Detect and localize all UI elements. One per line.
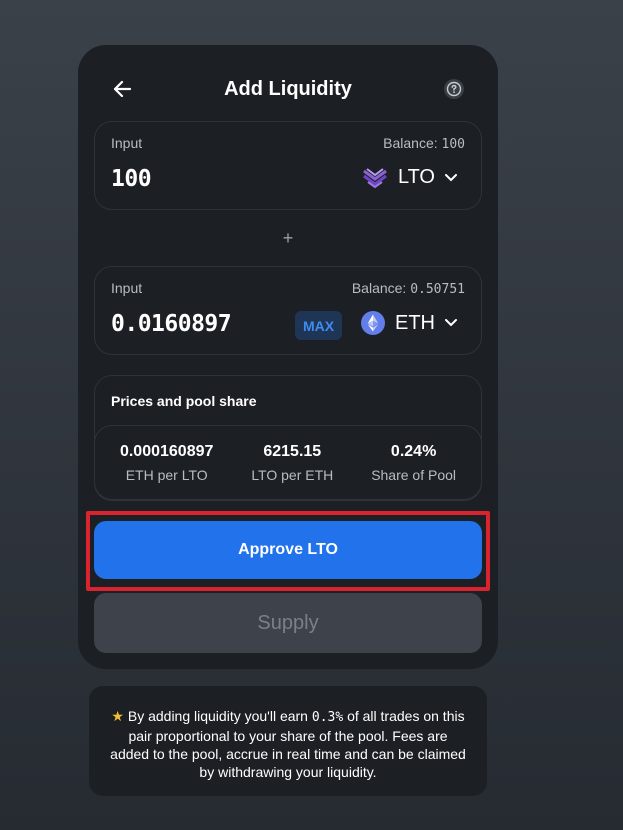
stat-lto-per-eth: 6215.15 LTO per ETH [251,443,333,483]
plus-sign: + [282,228,294,248]
stat-value: 0.24% [390,443,437,460]
question-circle-icon [444,78,464,104]
chevron-down-icon [445,173,457,182]
star-icon: ★ [111,708,124,724]
help-button[interactable] [443,78,465,104]
amount-input[interactable]: 100 [111,166,152,192]
prices-stats: 0.000160897 ETH per LTO 6215.15 LTO per … [94,425,482,501]
input-panel-eth: Input Balance: 0.50751 0.0160897 MAX ETH [94,266,482,355]
chevron-down-icon [445,319,457,327]
liquidity-info: ★ By adding liquidity you'll earn 0.3% o… [89,686,487,796]
supply-button[interactable]: Supply [94,593,482,653]
balance-text: Balance: 100 [383,135,465,152]
stat-eth-per-lto: 0.000160897 ETH per LTO [120,443,213,483]
stat-label: ETH per LTO [125,467,208,483]
approve-highlight: Approve LTO [86,511,490,591]
token-name: LTO [397,166,435,188]
balance-text: Balance: 0.50751 [352,280,465,297]
add-liquidity-card: Add Liquidity Input Balance: 100 100 LTO… [78,45,498,669]
eth-logo-icon [361,311,385,335]
input-panel-lto: Input Balance: 100 100 LTO [94,121,482,210]
prices-panel: Prices and pool share 0.000160897 ETH pe… [94,375,482,501]
input-label: Input [111,135,143,151]
stat-label: LTO per ETH [251,467,334,483]
stat-value: 6215.15 [263,443,322,460]
balance-prefix: Balance: [351,280,411,296]
stat-label: Share of Pool [371,467,457,483]
token-name: ETH [395,311,435,334]
input-label: Input [111,280,143,296]
balance-prefix: Balance: [383,135,442,151]
fee-percent: 0.3% [311,710,344,725]
stat-share-of-pool: 0.24% Share of Pool [371,443,456,483]
lto-logo-icon [362,167,388,189]
approve-button[interactable]: Approve LTO [94,521,482,579]
stat-value: 0.000160897 [119,443,214,460]
token-select-eth[interactable]: ETH [361,311,457,335]
info-text-before: By adding liquidity you'll earn [123,708,312,724]
balance-value: 100 [441,137,465,152]
balance-value: 0.50751 [410,282,465,297]
prices-title: Prices and pool share [111,393,257,409]
token-select-lto[interactable]: LTO [362,166,457,189]
max-button[interactable]: MAX [295,311,342,340]
amount-input[interactable]: 0.0160897 [111,311,232,337]
page-title: Add Liquidity [224,78,352,100]
